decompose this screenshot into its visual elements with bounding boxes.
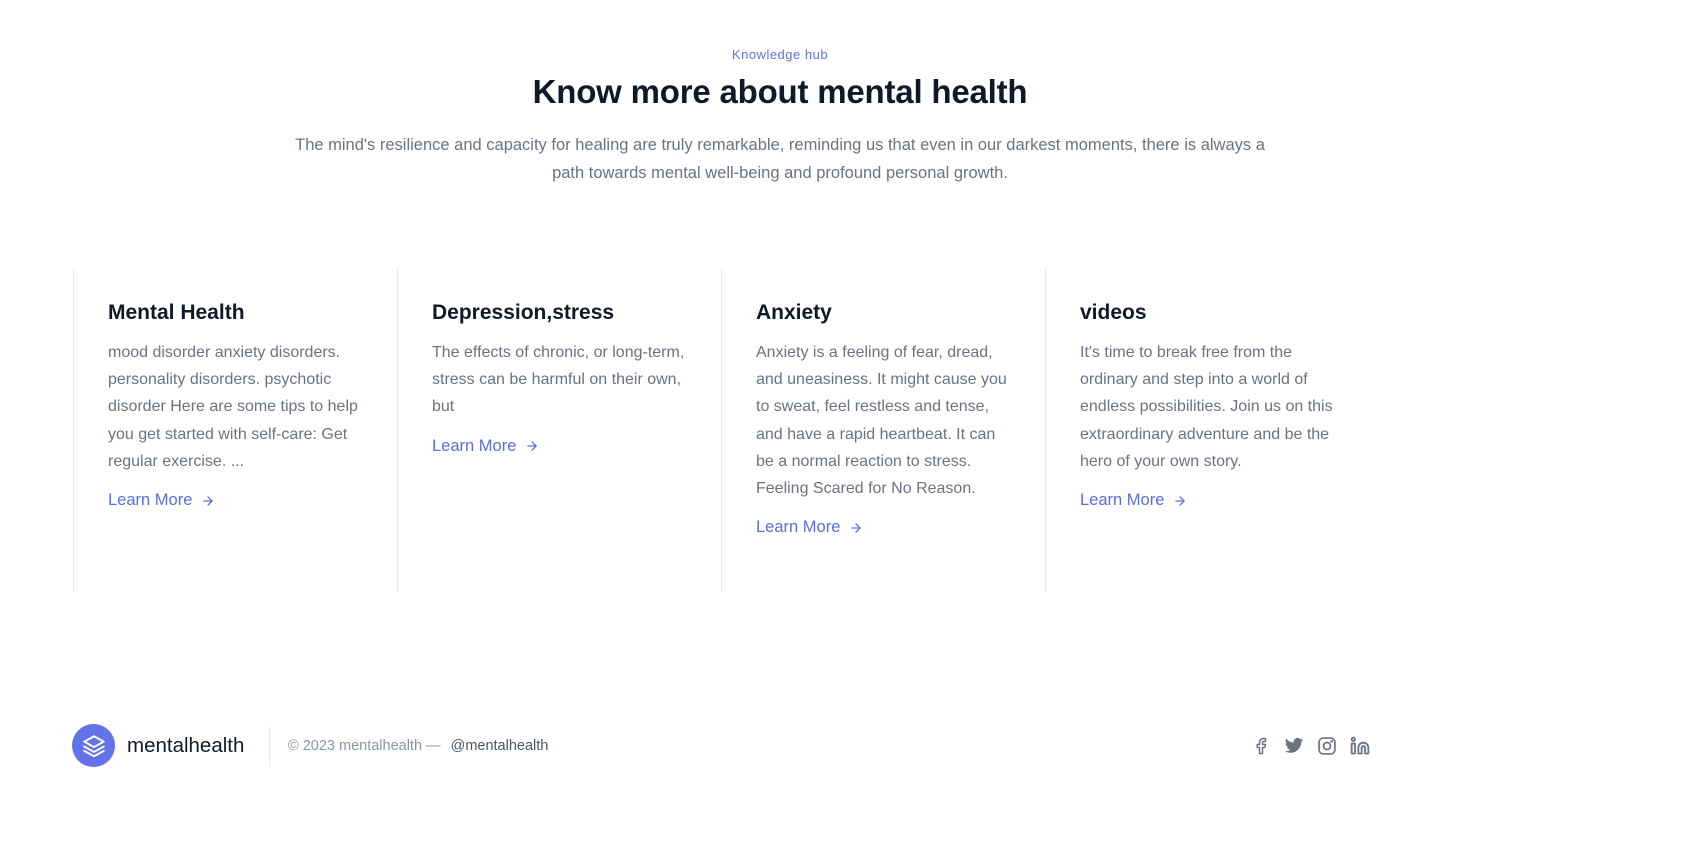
topic-cards: Mental Health mood disorder anxiety diso… <box>73 269 1369 592</box>
linkedin-icon[interactable] <box>1350 736 1370 756</box>
twitter-icon[interactable] <box>1284 736 1304 756</box>
section-eyebrow: Knowledge hub <box>731 47 829 62</box>
arrow-right-icon <box>1175 495 1186 506</box>
copyright-label: © 2023 mentalhealth — <box>288 738 441 754</box>
card-depression-stress: Depression,stress The effects of chronic… <box>397 269 721 592</box>
learn-more-link[interactable]: Learn More <box>108 491 215 510</box>
social-links <box>1251 736 1370 756</box>
footer-divider <box>269 726 270 766</box>
card-title: videos <box>1080 301 1147 324</box>
arrow-right-icon <box>203 495 214 506</box>
card-videos: videos It's time to break free from the … <box>1045 269 1369 592</box>
site-footer: mentalhealth © 2023 mentalhealth — @ment… <box>72 724 1372 768</box>
learn-more-link[interactable]: Learn More <box>1080 491 1187 510</box>
social-handle-link[interactable]: @mentalhealth <box>451 738 549 754</box>
learn-more-label: Learn More <box>432 436 517 455</box>
learn-more-link[interactable]: Learn More <box>432 437 539 456</box>
instagram-icon[interactable] <box>1317 736 1337 756</box>
card-text: Anxiety is a feeling of fear, dread, and… <box>756 344 1007 498</box>
layers-icon <box>82 734 105 757</box>
arrow-right-icon <box>527 441 538 451</box>
card-mental-health: Mental Health mood disorder anxiety diso… <box>73 269 397 592</box>
card-text: mood disorder anxiety disorders. persona… <box>108 344 358 470</box>
intro-text: The mind's resilience and capacity for h… <box>295 136 1265 182</box>
facebook-icon[interactable] <box>1251 736 1271 756</box>
arrow-right-icon <box>851 522 862 533</box>
learn-more-label: Learn More <box>756 518 841 537</box>
learn-more-label: Learn More <box>1080 491 1165 510</box>
learn-more-link[interactable]: Learn More <box>756 518 863 537</box>
page-title: Know more about mental health <box>532 73 1028 110</box>
card-anxiety: Anxiety Anxiety is a feeling of fear, dr… <box>721 269 1045 592</box>
card-title: Depression,stress <box>432 301 615 324</box>
logo[interactable] <box>72 724 115 767</box>
card-title: Anxiety <box>756 301 832 324</box>
copyright-text: © 2023 mentalhealth — @mentalhealth <box>288 738 548 754</box>
card-title: Mental Health <box>108 301 245 324</box>
learn-more-label: Learn More <box>108 491 193 510</box>
brand-name[interactable]: mentalhealth <box>127 734 244 758</box>
card-text: The effects of chronic, or long-term, st… <box>432 344 685 416</box>
card-text: It's time to break free from the ordinar… <box>1080 344 1333 470</box>
